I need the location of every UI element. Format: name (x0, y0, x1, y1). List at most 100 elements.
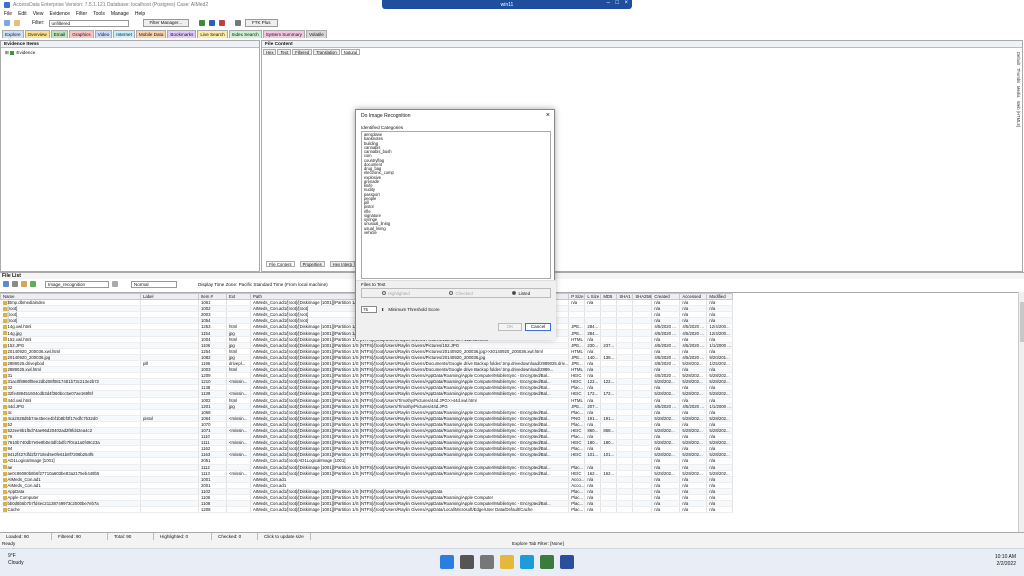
table-row[interactable]: Cache 1208 AIMeds_Con.ad1/[root]/[Diskimag… (0, 506, 734, 514)
evidence-items-pane: Evidence Items ⊞ Evidence (0, 40, 260, 272)
vtab-media[interactable]: Media (1016, 86, 1021, 97)
ok-button[interactable]: OK (498, 323, 522, 331)
expand-icon[interactable]: ⊞ (5, 50, 9, 55)
weather-widget[interactable]: 9°F Cloudy (8, 553, 24, 567)
taskbar-apps (440, 555, 574, 569)
columns-icon[interactable] (112, 281, 118, 287)
file-name: 76 (7, 434, 13, 440)
stop-icon[interactable] (219, 20, 226, 26)
tab-explore[interactable]: Explore (2, 30, 24, 38)
tab-video[interactable]: Video (94, 30, 113, 38)
column-header[interactable]: L Size (584, 293, 602, 300)
category-item[interactable]: vehicle (364, 230, 548, 235)
start-icon[interactable] (440, 555, 454, 569)
print-icon[interactable] (235, 20, 242, 26)
file-name: 2889025.drivepbod (7, 360, 45, 366)
file-name: 94 (7, 446, 13, 452)
evidence-root[interactable]: Evidence (16, 50, 35, 55)
subtab-filtered[interactable]: Filtered (292, 49, 313, 55)
categories-list[interactable]: aeroplane banknotes building cannabis cannab… (361, 131, 551, 279)
export-icon[interactable] (21, 281, 27, 287)
vtab-web[interactable]: Web (HTML5) (1016, 101, 1021, 127)
menu-filter[interactable]: Filter (76, 11, 87, 17)
check-all-icon[interactable] (3, 281, 9, 287)
subtab-hex[interactable]: Hex (263, 49, 277, 55)
file-name: ae0c86080b8b6f27710a603be83a2175eb448b5 (7, 470, 100, 476)
store-icon[interactable] (540, 555, 554, 569)
vtab-default[interactable]: Default (1016, 52, 1021, 65)
image-recognition-filter[interactable]: Image_recognition (45, 280, 109, 288)
radio-listed[interactable]: Listed (512, 291, 530, 296)
clock[interactable]: 10:10 AM 2/2/2022 (995, 554, 1016, 568)
tab-live-search[interactable]: Live Search (197, 30, 228, 38)
file-icon (2, 453, 7, 457)
scrollbar-thumb[interactable] (1020, 302, 1024, 342)
table-cell: 5/28/202... (706, 372, 734, 380)
file-icon (2, 374, 7, 378)
subtab-text[interactable]: Text (277, 49, 292, 55)
subtab-translation[interactable]: Translation (313, 49, 340, 55)
ftk-app-icon[interactable] (560, 555, 574, 569)
menu-help[interactable]: Help (135, 11, 145, 17)
tab-index-search[interactable]: Index Search (228, 30, 262, 38)
edge-icon[interactable] (520, 555, 534, 569)
menu-view[interactable]: View (33, 11, 44, 17)
file-name: AD1LogicalImage [1001] (7, 458, 55, 464)
tab-email[interactable]: Email (50, 30, 69, 38)
app-status-bar: Ready Explore Tab Filter: [None] (0, 540, 1024, 548)
tab-internet[interactable]: Internet (113, 30, 135, 38)
ftk-plus-button[interactable]: FTK Plus (245, 19, 278, 27)
tab-bookmarks[interactable]: Bookmarks (167, 30, 197, 38)
file-explorer-icon[interactable] (500, 555, 514, 569)
tab-graphics[interactable]: Graphics (69, 30, 94, 38)
column-header[interactable]: SHA256 (632, 293, 653, 300)
menu-edit[interactable]: Edit (18, 11, 27, 17)
tab-volatile[interactable]: Volatile (305, 30, 327, 38)
image-icon[interactable] (209, 20, 216, 26)
tab-hex-interpreter[interactable]: Hex Interp (329, 261, 355, 267)
table-cell: Plac... (568, 409, 586, 416)
menu-file[interactable]: File (4, 11, 12, 17)
menu-tools[interactable]: Tools (93, 11, 105, 17)
radio-checked[interactable]: Checked (449, 291, 473, 296)
spinner-icon[interactable]: ⬍ (381, 307, 384, 312)
search-icon[interactable] (460, 555, 474, 569)
open-icon[interactable] (14, 20, 20, 26)
file-list-scrollbar[interactable] (1018, 292, 1024, 532)
subtab-natural[interactable]: Natural (340, 49, 361, 55)
dialog-close-icon[interactable]: × (546, 112, 550, 119)
table-cell: 4/5/2020 ... (651, 342, 681, 349)
filter-select[interactable]: unfiltered (48, 19, 129, 27)
radio-highlighted[interactable]: Highlighted (381, 291, 410, 296)
filter-manager-button[interactable]: Filter Manager... (142, 19, 190, 27)
new-case-icon[interactable] (4, 20, 10, 26)
table-cell (140, 506, 199, 514)
column-header[interactable]: P Size (568, 293, 586, 300)
vtab-thumbs[interactable]: Thumbs (1016, 68, 1021, 83)
tab-properties[interactable]: Properties (299, 261, 325, 267)
column-header[interactable]: SHA1 (616, 293, 634, 300)
view-select[interactable]: Normal (131, 280, 177, 288)
tab-system-summary[interactable]: System Summary (262, 30, 305, 38)
menu-manage[interactable]: Manage (111, 11, 129, 17)
file-name: $tmp.dbmediaindex (7, 300, 46, 306)
evidence-tree[interactable]: ⊞ Evidence (1, 48, 259, 58)
go-icon[interactable] (199, 20, 206, 26)
threshold-input[interactable]: 75 (361, 306, 377, 313)
remote-session-bar[interactable]: win11 – □ × (382, 0, 632, 9)
close-icon[interactable]: × (624, 0, 628, 6)
uncheck-icon[interactable] (12, 281, 18, 287)
menu-evidence[interactable]: Evidence (49, 11, 70, 17)
table-cell: AIMeds_Con.ad1/[root]/[Diskimage [1001]]… (250, 421, 570, 428)
minimize-icon[interactable]: – (607, 0, 610, 6)
bookmark-icon[interactable] (30, 281, 36, 287)
tab-mobile-data[interactable]: Mobile Data (135, 30, 167, 38)
tab-file-content[interactable]: File Content (266, 261, 295, 267)
restore-icon[interactable]: □ (615, 0, 619, 6)
table-cell: 4/5/2020 ... (651, 323, 681, 331)
file-icon (2, 386, 7, 390)
tab-overview[interactable]: Overview (24, 30, 50, 38)
view-vertical-tabs: Default Thumbs Media Web (HTML5) (1016, 52, 1024, 212)
cancel-button[interactable]: Cancel (525, 323, 551, 331)
task-view-icon[interactable] (480, 555, 494, 569)
